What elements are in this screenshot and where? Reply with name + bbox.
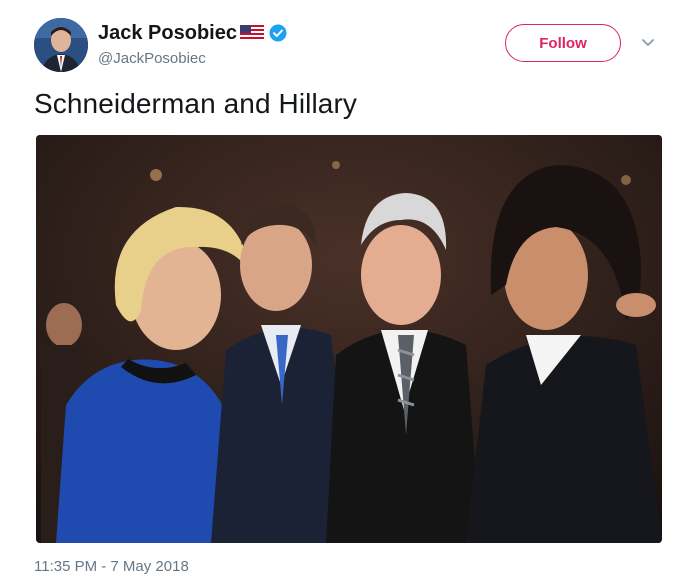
author-display-name[interactable]: Jack Posobiec bbox=[98, 22, 237, 45]
us-flag-icon bbox=[239, 25, 264, 41]
follow-button[interactable]: Follow bbox=[505, 24, 621, 62]
chevron-down-icon[interactable] bbox=[640, 34, 656, 50]
verified-badge-icon bbox=[269, 24, 287, 42]
avatar[interactable] bbox=[34, 18, 88, 72]
author-handle[interactable]: @JackPosobiec bbox=[98, 50, 287, 67]
tweet-text: Schneiderman and Hillary bbox=[34, 88, 358, 119]
tweet-timestamp[interactable]: 11:35 PM - 7 May 2018 bbox=[34, 558, 189, 575]
tweet-header: Jack Posobiec @JackPosobiec Follow bbox=[34, 18, 664, 74]
tweet-photo[interactable] bbox=[36, 135, 662, 543]
